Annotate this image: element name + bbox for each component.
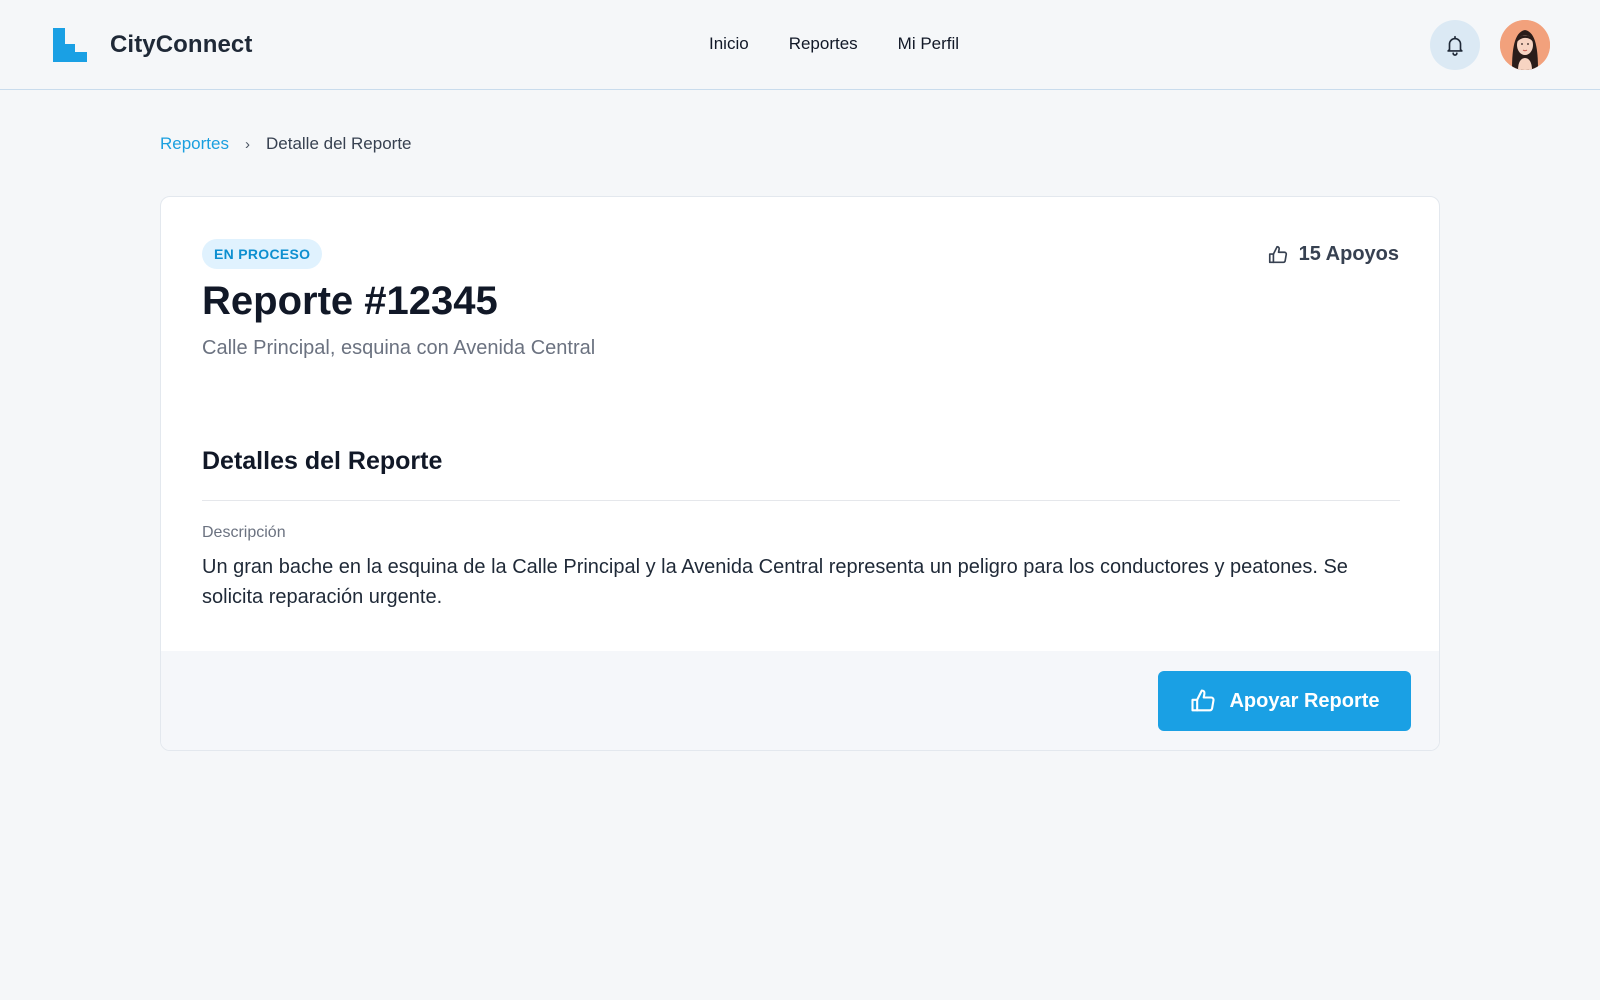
thumbs-up-icon — [1191, 689, 1216, 712]
support-report-button[interactable]: Apoyar Reporte — [1158, 671, 1411, 731]
nav-item-inicio[interactable]: Inicio — [709, 34, 749, 54]
chevron-right-icon: › — [244, 135, 250, 153]
status-badge: EN PROCESO — [202, 239, 323, 269]
breadcrumb-link-reportes[interactable]: Reportes — [160, 134, 229, 154]
report-address: Calle Principal, esquina con Avenida Cen… — [202, 337, 596, 359]
cityconnect-logo-icon — [53, 28, 87, 62]
supports-count: 15 Apoyos — [1267, 243, 1399, 266]
supports-label: 15 Apoyos — [1298, 243, 1399, 265]
description-label: Descripción — [202, 524, 286, 541]
notifications-button[interactable] — [1430, 20, 1480, 70]
thumbs-up-icon — [1268, 245, 1287, 263]
avatar-portrait-icon — [1500, 20, 1550, 70]
report-title: Reporte #12345 — [202, 279, 498, 323]
top-navigation-bar: CityConnect Inicio Reportes Mi Perfil — [0, 0, 1600, 90]
brand[interactable]: CityConnect — [53, 28, 252, 62]
nav-item-reportes[interactable]: Reportes — [789, 34, 858, 54]
section-divider — [202, 500, 1400, 501]
app-name: CityConnect — [110, 31, 253, 58]
breadcrumb: Reportes › Detalle del Reporte — [160, 134, 412, 154]
bell-icon — [1447, 35, 1463, 56]
details-section-title: Detalles del Reporte — [202, 447, 443, 475]
breadcrumb-current: Detalle del Reporte — [265, 134, 412, 153]
description-text: Un gran bache en la esquina de la Calle … — [202, 556, 1348, 608]
main-nav: Inicio Reportes Mi Perfil — [709, 34, 959, 54]
card-footer: Apoyar Reporte — [161, 651, 1439, 750]
user-avatar[interactable] — [1500, 20, 1550, 70]
support-button-label: Apoyar Reporte — [1229, 689, 1380, 712]
nav-item-mi-perfil[interactable]: Mi Perfil — [898, 34, 959, 54]
report-detail-card: EN PROCESO 15 Apoyos Reporte #12345 Call… — [160, 196, 1440, 751]
